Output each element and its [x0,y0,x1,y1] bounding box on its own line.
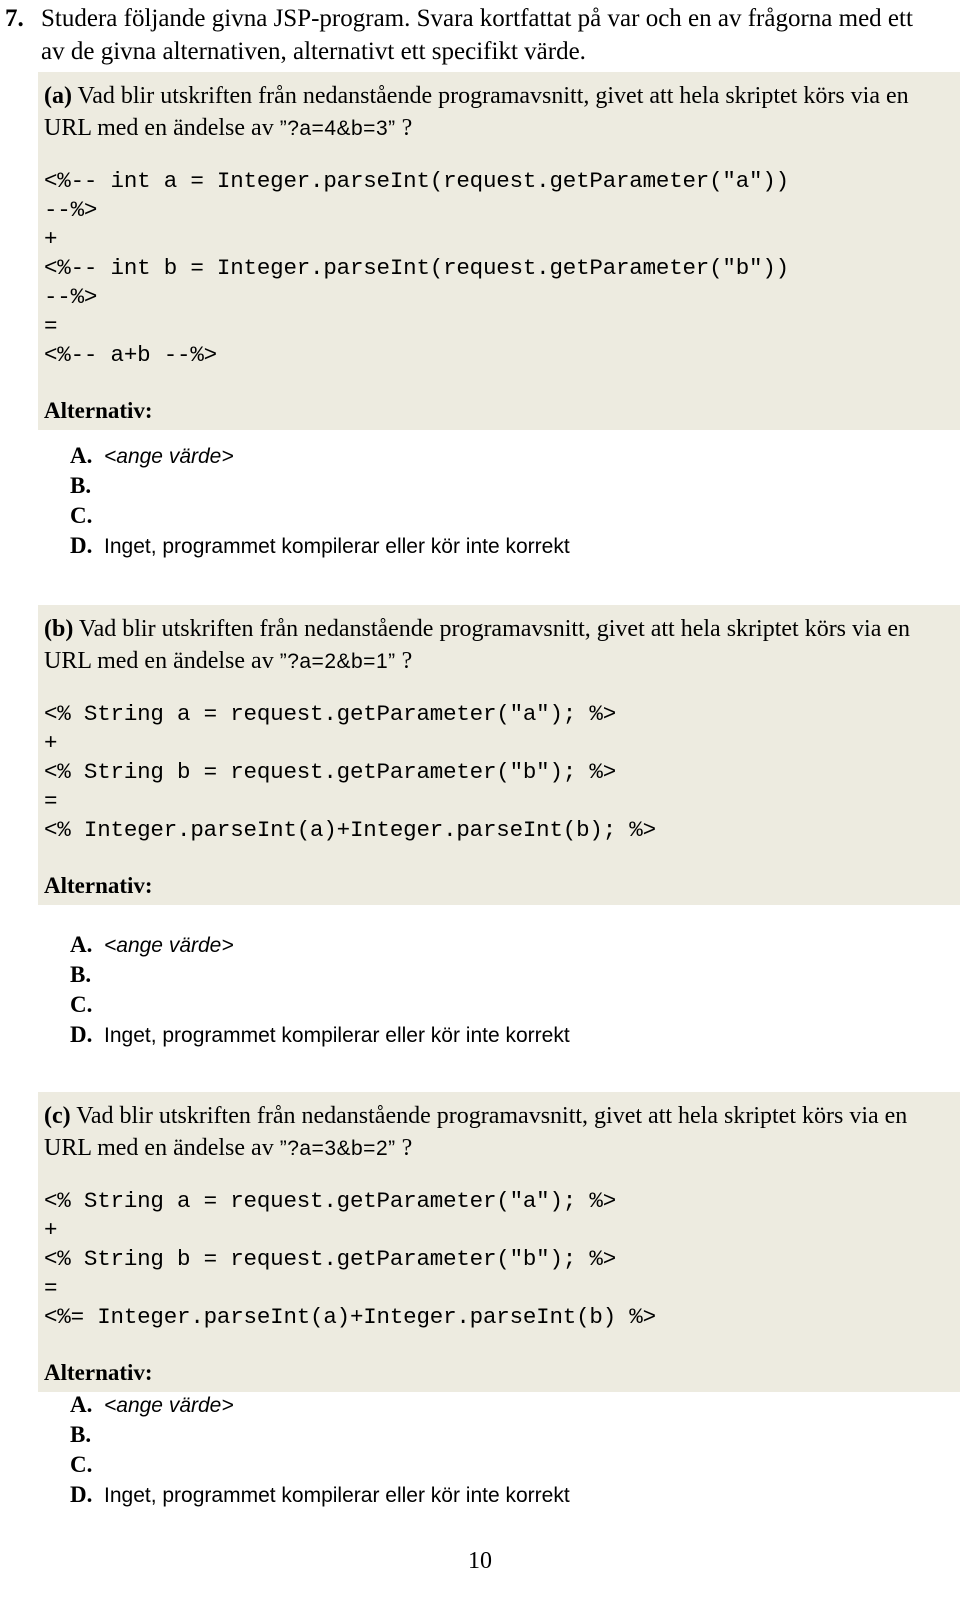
alternative-key-c: C. [70,503,93,528]
code-listing-b: <% String a = request.getParameter("a");… [44,701,656,843]
sub-question-a-prompt-text: Vad blir utskriften från nedanstående pr… [44,83,909,141]
alternatives-heading-a: Alternativ: [44,398,153,423]
alternative-key-b: B. [70,962,92,987]
sub-question-b-label: (b) [44,616,74,642]
alternative-row-c-b[interactable]: B. [70,1420,930,1450]
sub-question-a-prompt: (a) Vad blir utskriften från nedanståend… [38,80,960,145]
sub-question-c-label: (c) [44,1103,71,1129]
alternative-row-b-b[interactable]: B. [70,960,930,990]
alternative-key-b: B. [70,473,92,498]
code-listing-a: <%-- int a = Integer.parseInt(request.ge… [44,168,789,368]
alternative-key-d: D. [70,1482,93,1507]
alternative-value-a: <ange värde> [104,445,234,468]
alternative-value-d: Inget, programmet kompilerar eller kör i… [104,1024,570,1047]
sub-question-a-label: (a) [44,83,72,109]
alternative-row-a-d[interactable]: D. Inget, programmet kompilerar eller kö… [70,531,930,561]
sub-question-c-prompt: (c) Vad blir utskriften från nedanståend… [38,1100,960,1165]
alternatives-heading-c: Alternativ: [44,1360,153,1385]
alternatives-list-b: A. <ange värde> B. C. D. Inget, programm… [70,930,930,1050]
alternative-value-d: Inget, programmet kompilerar eller kör i… [104,535,570,558]
alternative-value-a: <ange värde> [104,934,234,957]
alternative-row-c-a[interactable]: A. <ange värde> [70,1390,930,1420]
alternatives-list-c: A. <ange värde> B. C. D. Inget, programm… [70,1390,930,1510]
alternative-key-d: D. [70,533,93,558]
sub-question-a-block: (a) Vad blir utskriften från nedanståend… [38,72,960,430]
question-text: Studera följande givna JSP-program. Svar… [41,5,913,65]
alternatives-heading-b: Alternativ: [44,873,153,898]
sub-question-b-prompt: (b) Vad blir utskriften från nedanståend… [38,613,960,678]
alternative-row-a-a[interactable]: A. <ange värde> [70,441,930,471]
sub-question-a-url-suffix: ”?a=4&b=3” [279,117,396,140]
alternative-value-d: Inget, programmet kompilerar eller kör i… [104,1484,570,1507]
alternative-row-b-c[interactable]: C. [70,990,930,1020]
sub-question-c-url-suffix: ”?a=3&b=2” [279,1137,396,1160]
alternative-key-a: A. [70,932,93,957]
sub-question-c-prompt-tail: ? [395,1135,413,1161]
sub-question-c-block: (c) Vad blir utskriften från nedanståend… [38,1092,960,1392]
question-number: 7. [5,5,24,32]
sub-question-a-prompt-tail: ? [395,115,413,141]
page-number: 10 [468,1548,492,1574]
alternative-row-c-d[interactable]: D. Inget, programmet kompilerar eller kö… [70,1480,930,1510]
sub-question-b-block: (b) Vad blir utskriften från nedanståend… [38,605,960,905]
alternative-key-a: A. [70,1392,93,1417]
sub-question-c-prompt-text: Vad blir utskriften från nedanstående pr… [44,1103,908,1161]
code-listing-c: <% String a = request.getParameter("a");… [44,1188,656,1330]
sub-question-b-prompt-tail: ? [395,648,413,674]
alternative-key-c: C. [70,992,93,1017]
exam-page: 7. Studera följande givna JSP-program. S… [0,0,960,1603]
alternative-row-a-b[interactable]: B. [70,471,930,501]
sub-question-b-prompt-text: Vad blir utskriften från nedanstående pr… [44,616,910,674]
alternative-row-c-c[interactable]: C. [70,1450,930,1480]
alternative-row-a-c[interactable]: C. [70,501,930,531]
alternative-key-d: D. [70,1022,93,1047]
alternative-key-b: B. [70,1422,92,1447]
alternative-value-a: <ange värde> [104,1394,234,1417]
question-heading: 7. Studera följande givna JSP-program. S… [5,2,935,68]
alternative-key-c: C. [70,1452,93,1477]
alternative-row-b-d[interactable]: D. Inget, programmet kompilerar eller kö… [70,1020,930,1050]
alternative-key-a: A. [70,443,93,468]
sub-question-b-url-suffix: ”?a=2&b=1” [279,650,396,673]
alternative-row-b-a[interactable]: A. <ange värde> [70,930,930,960]
alternatives-list-a: A. <ange värde> B. C. D. Inget, programm… [70,441,930,561]
